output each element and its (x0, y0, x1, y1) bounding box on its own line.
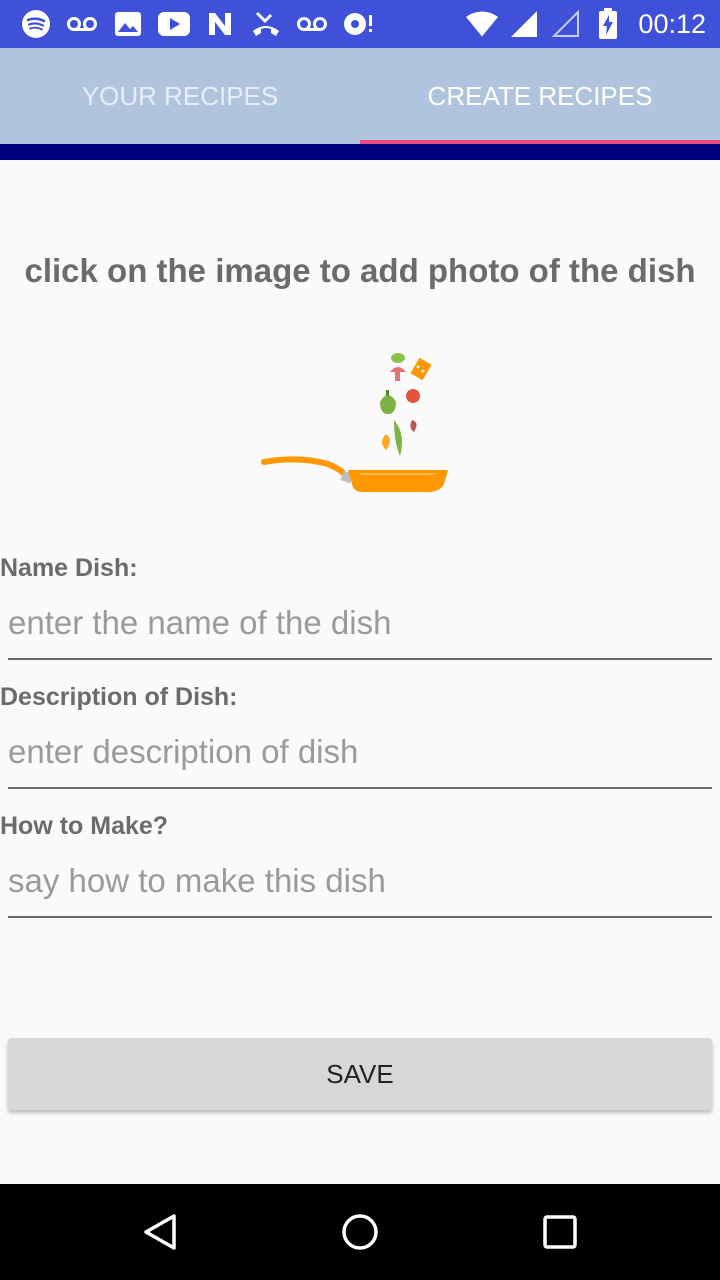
cooking-pan-icon (261, 353, 448, 492)
signal-empty-icon (550, 8, 582, 40)
save-button[interactable]: SAVE (8, 1038, 712, 1110)
tab-underbar (0, 144, 720, 160)
wifi-icon (466, 8, 499, 40)
create-recipe-form: click on the image to add photo of the d… (0, 160, 720, 1184)
status-bar: 00:12 (0, 0, 720, 48)
voicemail-icon (66, 8, 98, 40)
status-time: 00:12 (638, 8, 706, 39)
home-icon[interactable] (338, 1210, 382, 1254)
how-to-make-input[interactable] (8, 854, 712, 918)
how-to-make-label: How to Make? (0, 812, 169, 840)
notification-icons (20, 8, 374, 40)
back-icon[interactable] (138, 1210, 182, 1254)
name-dish-label: Name Dish: (0, 554, 138, 582)
chat-icon (342, 8, 374, 40)
tab-bar: YOUR RECIPES CREATE RECIPES (0, 48, 720, 144)
missed-call-icon (250, 8, 282, 40)
tab-your-recipes[interactable]: YOUR RECIPES (0, 48, 360, 144)
signal-icon (508, 8, 540, 40)
navigation-bar (0, 1184, 720, 1280)
spotify-icon (20, 8, 52, 40)
description-label: Description of Dish: (0, 683, 238, 711)
n-app-icon (204, 8, 236, 40)
name-dish-input[interactable] (8, 596, 712, 660)
system-icons: 00:12 (466, 8, 706, 40)
add-photo-hint: click on the image to add photo of the d… (24, 252, 696, 289)
tab-create-recipes[interactable]: CREATE RECIPES (360, 48, 720, 144)
image-icon (112, 8, 144, 40)
voicemail-icon (296, 8, 328, 40)
dish-photo-button[interactable] (258, 352, 458, 502)
recents-icon[interactable] (538, 1210, 582, 1254)
description-input[interactable] (8, 725, 712, 789)
battery-charging-icon (592, 8, 624, 40)
youtube-icon (158, 8, 190, 40)
